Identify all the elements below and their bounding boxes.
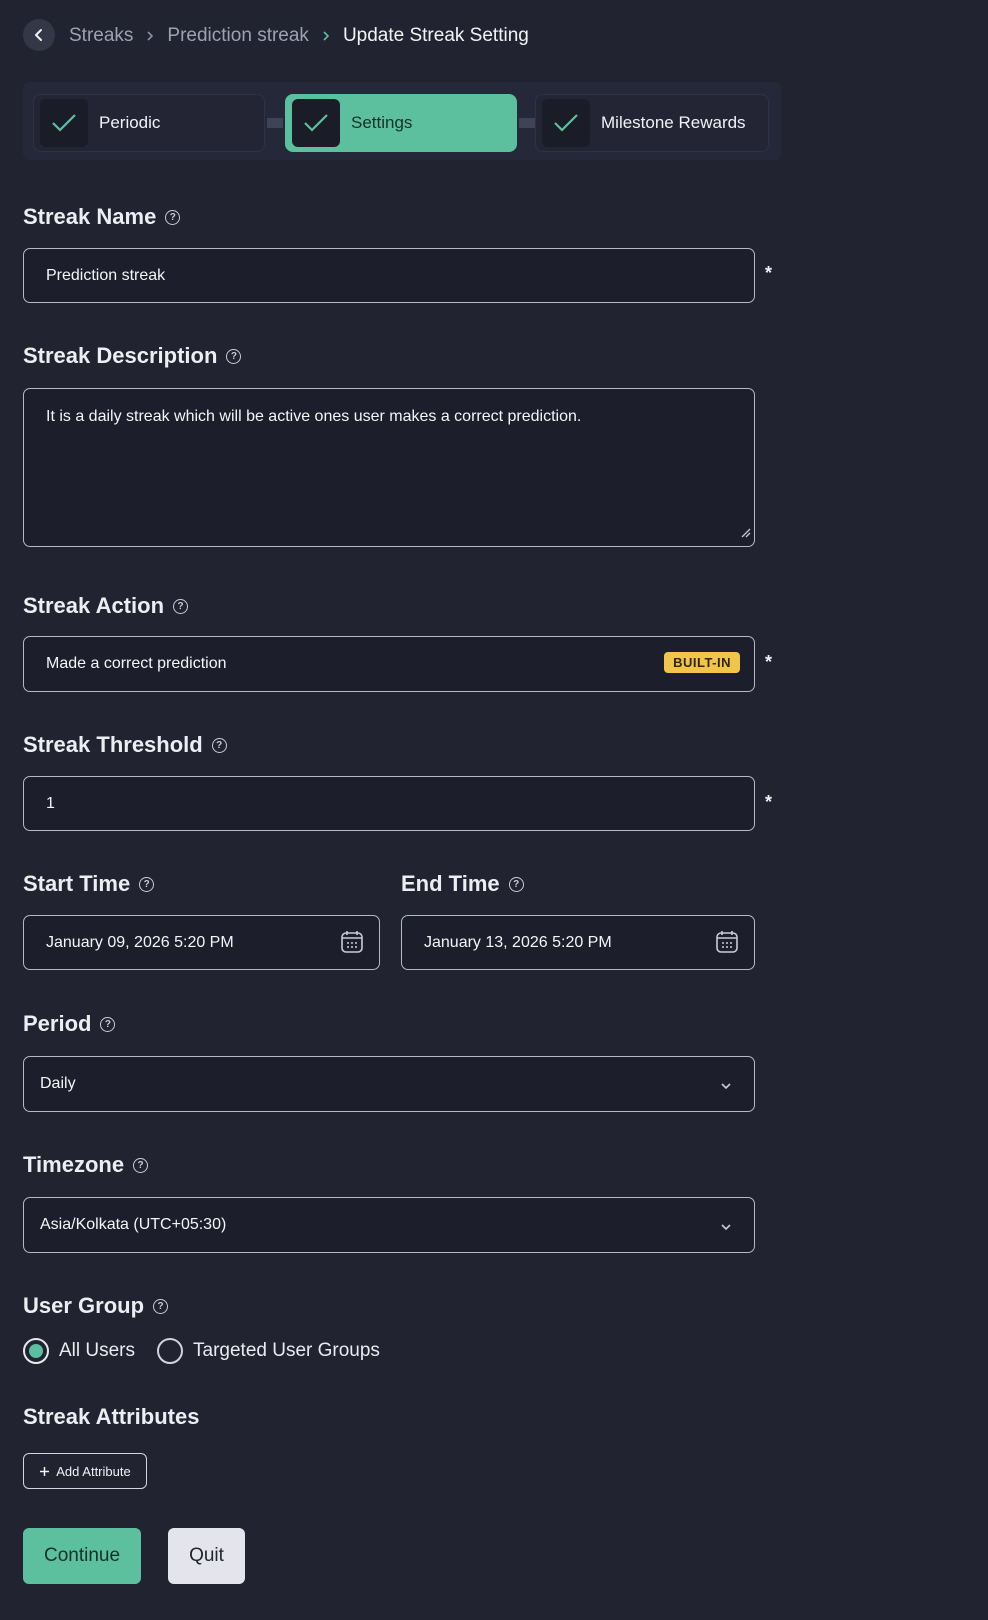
continue-button[interactable]: Continue — [23, 1528, 141, 1584]
streak-name-input[interactable]: Prediction streak — [23, 248, 755, 303]
user-group-radios: All Users Targeted User Groups — [23, 1338, 380, 1364]
user-group-label-text: User Group — [23, 1293, 145, 1318]
start-time-value: January 09, 2026 5:20 PM — [46, 933, 234, 951]
add-attribute-label: Add Attribute — [56, 1463, 131, 1479]
step-periodic[interactable]: Periodic — [33, 94, 265, 152]
step-label: Periodic — [99, 113, 161, 132]
add-attribute-button[interactable]: Add Attribute — [23, 1453, 147, 1489]
breadcrumb: Streaks Prediction streak Update Streak … — [69, 23, 529, 49]
step-connector — [519, 118, 535, 128]
streak-description-label: Streak Description ? — [23, 343, 242, 369]
streak-action-field[interactable]: Made a correct prediction BUILT-IN — [23, 636, 755, 692]
radio-all-users[interactable]: All Users — [23, 1338, 135, 1364]
end-time-label-text: End Time — [401, 871, 500, 896]
help-icon[interactable]: ? — [165, 209, 181, 225]
step-connector — [267, 118, 283, 128]
required-mark: * — [765, 652, 773, 672]
resize-handle-icon[interactable] — [738, 525, 752, 544]
end-time-value: January 13, 2026 5:20 PM — [424, 933, 612, 951]
chevron-down-icon — [720, 1077, 732, 1095]
timezone-value: Asia/Kolkata (UTC+05:30) — [40, 1216, 227, 1233]
streak-attributes-title-text: Streak Attributes — [23, 1404, 200, 1429]
required-mark: * — [765, 263, 773, 283]
streak-threshold-label-text: Streak Threshold — [23, 732, 203, 757]
streak-description-label-text: Streak Description — [23, 343, 218, 368]
streak-threshold-input[interactable]: 1 — [23, 776, 755, 831]
streak-action-label: Streak Action ? — [23, 593, 189, 619]
streak-attributes-title: Streak Attributes — [23, 1404, 199, 1430]
help-icon[interactable]: ? — [226, 348, 242, 364]
step-milestone-rewards[interactable]: Milestone Rewards — [535, 94, 769, 152]
period-value: Daily — [40, 1075, 76, 1092]
chevron-left-icon — [32, 28, 46, 42]
radio-label: Targeted User Groups — [193, 1340, 380, 1361]
start-time-input[interactable]: January 09, 2026 5:20 PM — [23, 915, 380, 970]
radio-label: All Users — [59, 1340, 136, 1361]
period-label-text: Period — [23, 1011, 92, 1036]
period-label: Period ? — [23, 1011, 116, 1037]
radio-button[interactable] — [157, 1338, 184, 1364]
streak-description-value: It is a daily streak which will be activ… — [46, 408, 582, 425]
plus-icon — [39, 1466, 50, 1477]
help-icon[interactable]: ? — [211, 737, 227, 753]
streak-threshold-label: Streak Threshold ? — [23, 732, 227, 758]
help-icon[interactable]: ? — [508, 876, 524, 892]
start-time-label-text: Start Time — [23, 871, 131, 896]
streak-action-value: Made a correct prediction — [46, 655, 227, 672]
help-icon[interactable]: ? — [173, 598, 189, 614]
check-icon — [542, 99, 590, 147]
timezone-label-text: Timezone — [23, 1152, 125, 1177]
step-label: Milestone Rewards — [601, 113, 746, 132]
streak-name-label-text: Streak Name — [23, 204, 157, 229]
breadcrumb-item-streaks[interactable]: Streaks — [69, 25, 133, 47]
help-icon[interactable]: ? — [139, 876, 155, 892]
chevron-right-icon — [146, 30, 154, 42]
period-select[interactable]: Daily — [23, 1056, 755, 1112]
help-icon[interactable]: ? — [133, 1157, 149, 1173]
breadcrumb-current: Update Streak Setting — [342, 25, 529, 46]
help-icon[interactable]: ? — [100, 1016, 116, 1032]
start-time-label: Start Time ? — [23, 871, 155, 897]
user-group-label: User Group ? — [23, 1293, 169, 1319]
required-mark: * — [765, 792, 773, 812]
calendar-icon[interactable] — [716, 930, 738, 959]
built-in-badge: BUILT-IN — [664, 652, 740, 673]
back-button[interactable] — [23, 19, 55, 51]
stepper: Periodic Settings Milestone Rewards — [23, 82, 781, 160]
calendar-icon[interactable] — [341, 930, 363, 959]
streak-description-textarea[interactable]: It is a daily streak which will be activ… — [23, 388, 755, 547]
check-icon — [292, 99, 340, 147]
quit-button[interactable]: Quit — [168, 1528, 245, 1584]
streak-threshold-value: 1 — [46, 794, 55, 812]
chevron-down-icon — [720, 1218, 732, 1236]
timezone-label: Timezone ? — [23, 1152, 149, 1178]
help-icon[interactable]: ? — [153, 1298, 169, 1314]
step-label: Settings — [351, 113, 413, 132]
breadcrumb-item-prediction-streak[interactable]: Prediction streak — [167, 25, 309, 47]
streak-action-label-text: Streak Action — [23, 593, 165, 618]
radio-targeted-user-groups[interactable]: Targeted User Groups — [157, 1338, 380, 1364]
check-icon — [40, 99, 88, 147]
end-time-input[interactable]: January 13, 2026 5:20 PM — [401, 915, 755, 970]
end-time-label: End Time ? — [401, 871, 524, 897]
streak-name-label: Streak Name ? — [23, 204, 181, 230]
radio-button[interactable] — [23, 1338, 49, 1364]
step-settings[interactable]: Settings — [285, 94, 517, 152]
streak-name-value: Prediction streak — [46, 266, 166, 284]
timezone-select[interactable]: Asia/Kolkata (UTC+05:30) — [23, 1197, 755, 1253]
chevron-right-icon — [322, 30, 330, 42]
